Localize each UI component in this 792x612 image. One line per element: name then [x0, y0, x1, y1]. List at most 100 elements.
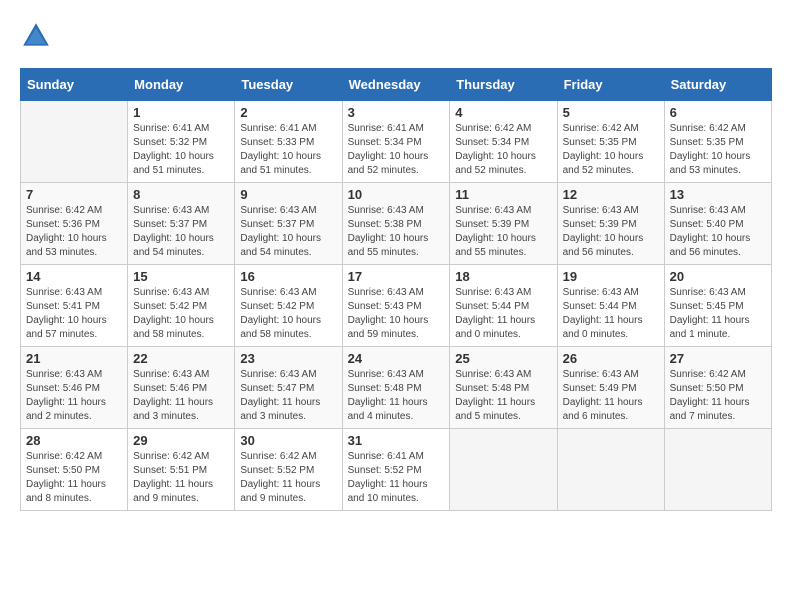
day-number: 25 — [455, 351, 551, 366]
day-number: 29 — [133, 433, 229, 448]
day-header-sunday: Sunday — [21, 69, 128, 101]
calendar-cell: 1Sunrise: 6:41 AM Sunset: 5:32 PM Daylig… — [128, 101, 235, 183]
day-number: 8 — [133, 187, 229, 202]
calendar-cell: 14Sunrise: 6:43 AM Sunset: 5:41 PM Dayli… — [21, 265, 128, 347]
day-number: 16 — [240, 269, 336, 284]
calendar-table: SundayMondayTuesdayWednesdayThursdayFrid… — [20, 68, 772, 511]
day-number: 12 — [563, 187, 659, 202]
week-row-3: 14Sunrise: 6:43 AM Sunset: 5:41 PM Dayli… — [21, 265, 772, 347]
cell-info: Sunrise: 6:43 AM Sunset: 5:42 PM Dayligh… — [240, 286, 336, 342]
page-header — [20, 20, 772, 52]
day-header-wednesday: Wednesday — [342, 69, 450, 101]
calendar-cell: 22 Sunrise: 6:43 AM Sunset: 5:46 PM Dayli… — [128, 347, 235, 429]
day-number: 19 — [563, 269, 659, 284]
calendar-cell: 17Sunrise: 6:43 AM Sunset: 5:43 PM Dayli… — [342, 265, 450, 347]
cell-info: Sunrise: 6:41 AM Sunset: 5:33 PM Dayligh… — [240, 122, 336, 178]
calendar-cell — [450, 429, 557, 511]
calendar-cell: 13 Sunrise: 6:43 AM Sunset: 5:40 PM Dayli… — [664, 183, 771, 265]
calendar-cell: 31 Sunrise: 6:41 AM Sunset: 5:52 PM Dayli… — [342, 429, 450, 511]
day-number: 23 — [240, 351, 336, 366]
cell-info: Sunrise: 6:43 AM Sunset: 5:41 PM Dayligh… — [26, 286, 122, 342]
calendar-cell: 29 Sunrise: 6:42 AM Sunset: 5:51 PM Dayli… — [128, 429, 235, 511]
cell-info: Sunrise: 6:42 AM Sunset: 5:34 PM Dayligh… — [455, 122, 551, 178]
calendar-cell: 16 Sunrise: 6:43 AM Sunset: 5:42 PM Dayli… — [235, 265, 342, 347]
calendar-cell — [664, 429, 771, 511]
day-number: 30 — [240, 433, 336, 448]
calendar-cell: 25 Sunrise: 6:43 AM Sunset: 5:48 PM Dayli… — [450, 347, 557, 429]
day-number: 24 — [348, 351, 445, 366]
cell-info: Sunrise: 6:43 AM Sunset: 5:38 PM Dayligh… — [348, 204, 445, 260]
logo-icon — [20, 20, 52, 52]
calendar-cell: 27 Sunrise: 6:42 AM Sunset: 5:50 PM Dayli… — [664, 347, 771, 429]
cell-info: Sunrise: 6:43 AM Sunset: 5:48 PM Dayligh… — [348, 368, 445, 424]
cell-info: Sunrise: 6:43 AM Sunset: 5:40 PM Dayligh… — [670, 204, 766, 260]
day-number: 1 — [133, 105, 229, 120]
calendar-cell: 23 Sunrise: 6:43 AM Sunset: 5:47 PM Dayli… — [235, 347, 342, 429]
day-number: 6 — [670, 105, 766, 120]
calendar-cell — [21, 101, 128, 183]
cell-info: Sunrise: 6:43 AM Sunset: 5:37 PM Dayligh… — [240, 204, 336, 260]
cell-info: Sunrise: 6:43 AM Sunset: 5:47 PM Dayligh… — [240, 368, 336, 424]
week-row-1: 1Sunrise: 6:41 AM Sunset: 5:32 PM Daylig… — [21, 101, 772, 183]
cell-info: Sunrise: 6:42 AM Sunset: 5:51 PM Dayligh… — [133, 450, 229, 506]
day-number: 26 — [563, 351, 659, 366]
calendar-cell: 9Sunrise: 6:43 AM Sunset: 5:37 PM Daylig… — [235, 183, 342, 265]
calendar-cell — [557, 429, 664, 511]
cell-info: Sunrise: 6:43 AM Sunset: 5:48 PM Dayligh… — [455, 368, 551, 424]
cell-info: Sunrise: 6:43 AM Sunset: 5:43 PM Dayligh… — [348, 286, 445, 342]
header-row: SundayMondayTuesdayWednesdayThursdayFrid… — [21, 69, 772, 101]
day-number: 18 — [455, 269, 551, 284]
calendar-cell: 11Sunrise: 6:43 AM Sunset: 5:39 PM Dayli… — [450, 183, 557, 265]
day-header-friday: Friday — [557, 69, 664, 101]
cell-info: Sunrise: 6:42 AM Sunset: 5:52 PM Dayligh… — [240, 450, 336, 506]
week-row-4: 21Sunrise: 6:43 AM Sunset: 5:46 PM Dayli… — [21, 347, 772, 429]
day-number: 28 — [26, 433, 122, 448]
calendar-cell: 5 Sunrise: 6:42 AM Sunset: 5:35 PM Daylig… — [557, 101, 664, 183]
calendar-cell: 6 Sunrise: 6:42 AM Sunset: 5:35 PM Daylig… — [664, 101, 771, 183]
cell-info: Sunrise: 6:43 AM Sunset: 5:37 PM Dayligh… — [133, 204, 229, 260]
cell-info: Sunrise: 6:41 AM Sunset: 5:34 PM Dayligh… — [348, 122, 445, 178]
calendar-cell: 3 Sunrise: 6:41 AM Sunset: 5:34 PM Daylig… — [342, 101, 450, 183]
week-row-2: 7 Sunrise: 6:42 AM Sunset: 5:36 PM Daylig… — [21, 183, 772, 265]
day-number: 22 — [133, 351, 229, 366]
cell-info: Sunrise: 6:41 AM Sunset: 5:52 PM Dayligh… — [348, 450, 445, 506]
cell-info: Sunrise: 6:43 AM Sunset: 5:46 PM Dayligh… — [133, 368, 229, 424]
day-header-thursday: Thursday — [450, 69, 557, 101]
cell-info: Sunrise: 6:42 AM Sunset: 5:50 PM Dayligh… — [26, 450, 122, 506]
day-header-saturday: Saturday — [664, 69, 771, 101]
cell-info: Sunrise: 6:43 AM Sunset: 5:44 PM Dayligh… — [455, 286, 551, 342]
day-number: 31 — [348, 433, 445, 448]
calendar-cell: 10Sunrise: 6:43 AM Sunset: 5:38 PM Dayli… — [342, 183, 450, 265]
calendar-cell: 21Sunrise: 6:43 AM Sunset: 5:46 PM Dayli… — [21, 347, 128, 429]
calendar-cell: 15 Sunrise: 6:43 AM Sunset: 5:42 PM Dayli… — [128, 265, 235, 347]
calendar-cell: 20Sunrise: 6:43 AM Sunset: 5:45 PM Dayli… — [664, 265, 771, 347]
cell-info: Sunrise: 6:42 AM Sunset: 5:36 PM Dayligh… — [26, 204, 122, 260]
cell-info: Sunrise: 6:42 AM Sunset: 5:35 PM Dayligh… — [563, 122, 659, 178]
day-number: 7 — [26, 187, 122, 202]
cell-info: Sunrise: 6:42 AM Sunset: 5:50 PM Dayligh… — [670, 368, 766, 424]
logo — [20, 20, 58, 52]
day-number: 15 — [133, 269, 229, 284]
cell-info: Sunrise: 6:43 AM Sunset: 5:44 PM Dayligh… — [563, 286, 659, 342]
cell-info: Sunrise: 6:43 AM Sunset: 5:49 PM Dayligh… — [563, 368, 659, 424]
day-number: 27 — [670, 351, 766, 366]
calendar-cell: 19 Sunrise: 6:43 AM Sunset: 5:44 PM Dayli… — [557, 265, 664, 347]
calendar-cell: 24 Sunrise: 6:43 AM Sunset: 5:48 PM Dayli… — [342, 347, 450, 429]
calendar-cell: 4 Sunrise: 6:42 AM Sunset: 5:34 PM Daylig… — [450, 101, 557, 183]
calendar-cell: 12 Sunrise: 6:43 AM Sunset: 5:39 PM Dayli… — [557, 183, 664, 265]
cell-info: Sunrise: 6:42 AM Sunset: 5:35 PM Dayligh… — [670, 122, 766, 178]
cell-info: Sunrise: 6:43 AM Sunset: 5:39 PM Dayligh… — [563, 204, 659, 260]
day-header-monday: Monday — [128, 69, 235, 101]
calendar-cell: 26 Sunrise: 6:43 AM Sunset: 5:49 PM Dayli… — [557, 347, 664, 429]
day-number: 20 — [670, 269, 766, 284]
day-header-tuesday: Tuesday — [235, 69, 342, 101]
day-number: 13 — [670, 187, 766, 202]
day-number: 3 — [348, 105, 445, 120]
calendar-cell: 7 Sunrise: 6:42 AM Sunset: 5:36 PM Daylig… — [21, 183, 128, 265]
day-number: 4 — [455, 105, 551, 120]
day-number: 5 — [563, 105, 659, 120]
calendar-cell: 2 Sunrise: 6:41 AM Sunset: 5:33 PM Daylig… — [235, 101, 342, 183]
day-number: 2 — [240, 105, 336, 120]
day-number: 11 — [455, 187, 551, 202]
cell-info: Sunrise: 6:43 AM Sunset: 5:42 PM Dayligh… — [133, 286, 229, 342]
